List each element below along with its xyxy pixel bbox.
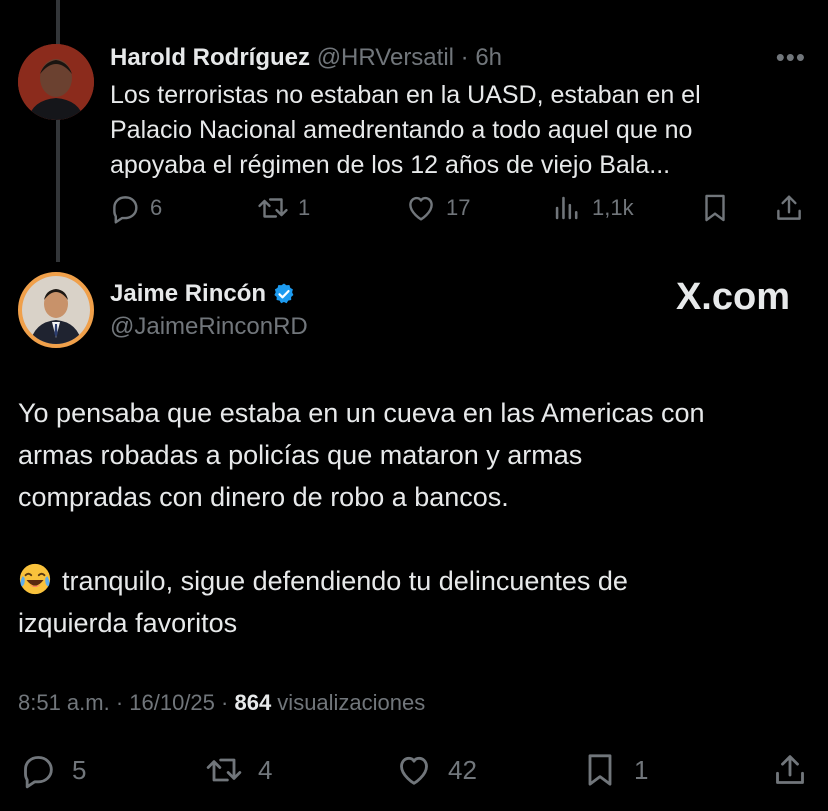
views-label: visualizaciones (271, 690, 426, 715)
author-handle[interactable]: @JaimeRinconRD (110, 313, 308, 341)
author-name[interactable]: Jaime Rincón (110, 280, 266, 308)
analytics-icon (555, 196, 578, 220)
like-count: 42 (448, 754, 477, 785)
more-options-icon[interactable]: ••• (776, 42, 806, 73)
author-name-row: Jaime Rincón (110, 280, 296, 308)
laughing-crying-emoji-icon (19, 563, 51, 595)
avatar-jaime-image (22, 276, 90, 344)
reply-count: 5 (72, 754, 87, 785)
tweet-text-line: Los terroristas no estaban en la UASD, e… (110, 81, 701, 109)
avatar-harold-image (18, 44, 94, 120)
views-count: 1,1k (592, 195, 634, 220)
repost-icon (206, 758, 242, 782)
repost-button[interactable]: 4 (204, 750, 272, 790)
bookmark-button[interactable]: 1 (580, 750, 648, 790)
share-button[interactable] (772, 191, 806, 225)
like-button[interactable]: 17 (404, 191, 470, 225)
repost-count: 4 (258, 754, 273, 785)
tweet-text: Los terroristas no estaban en la UASD, e… (110, 78, 790, 183)
verified-badge-icon (274, 283, 294, 304)
heart-icon (409, 196, 433, 221)
parent-tweet-header: Harold Rodríguez @HRVersatil · 6h (110, 44, 502, 72)
author-name[interactable]: Harold Rodríguez (110, 44, 310, 71)
avatar[interactable] (18, 272, 94, 348)
tweet-text: Yo pensaba que estaba en un cueva en las… (18, 392, 808, 644)
views-number: 864 (234, 690, 272, 715)
share-icon (777, 195, 801, 220)
tweet-text-line: apoyaba el régimen de los 12 años de vie… (110, 151, 671, 179)
parent-tweet[interactable]: Harold Rodríguez @HRVersatil · 6h ••• Lo… (0, 0, 828, 262)
tweet-text-line: Yo pensaba que estaba en un cueva en las… (18, 398, 705, 428)
tweet-text-segment: tranquilo, sigue defendiendo tu delincue… (62, 566, 628, 596)
author-handle-and-time: @HRVersatil · 6h (316, 44, 503, 71)
tweet-text-line: Palacio Nacional amedrentando a todo aqu… (110, 116, 693, 144)
tweet-text-line: tranquilo, sigue defendiendo tu delincue… (18, 560, 808, 602)
tweet-text-line: armas robadas a policías que mataron y a… (18, 440, 583, 470)
heart-icon (400, 756, 428, 785)
tweet-text-line: compradas con dinero de robo a bancos. (18, 482, 509, 512)
reply-icon (24, 756, 53, 789)
tweet-metadata: 8:51 a.m. · 16/10/25 · 864 visualizacion… (18, 690, 425, 716)
xcom-watermark: X.com (675, 276, 790, 318)
reply-button[interactable]: 5 (18, 750, 86, 790)
reply-count: 6 (150, 195, 163, 220)
repost-icon (258, 198, 288, 218)
repost-count: 1 (298, 195, 311, 220)
reply-icon (113, 196, 138, 224)
share-button[interactable] (770, 750, 810, 790)
bookmark-icon (705, 194, 725, 222)
reply-button[interactable]: 6 (108, 191, 162, 225)
bookmark-button[interactable] (698, 191, 732, 225)
bookmark-count: 1 (634, 754, 649, 785)
like-button[interactable]: 42 (394, 750, 477, 790)
bookmark-icon (588, 754, 612, 786)
tweet-text-line: izquierda favoritos (18, 608, 238, 638)
repost-button[interactable]: 1 (256, 191, 310, 225)
like-count: 17 (446, 195, 471, 220)
avatar[interactable] (18, 44, 94, 120)
share-icon (776, 755, 804, 784)
views-button[interactable]: 1,1k (550, 191, 634, 225)
tweet-timestamp[interactable]: 8:51 a.m. · 16/10/25 · (18, 690, 234, 715)
